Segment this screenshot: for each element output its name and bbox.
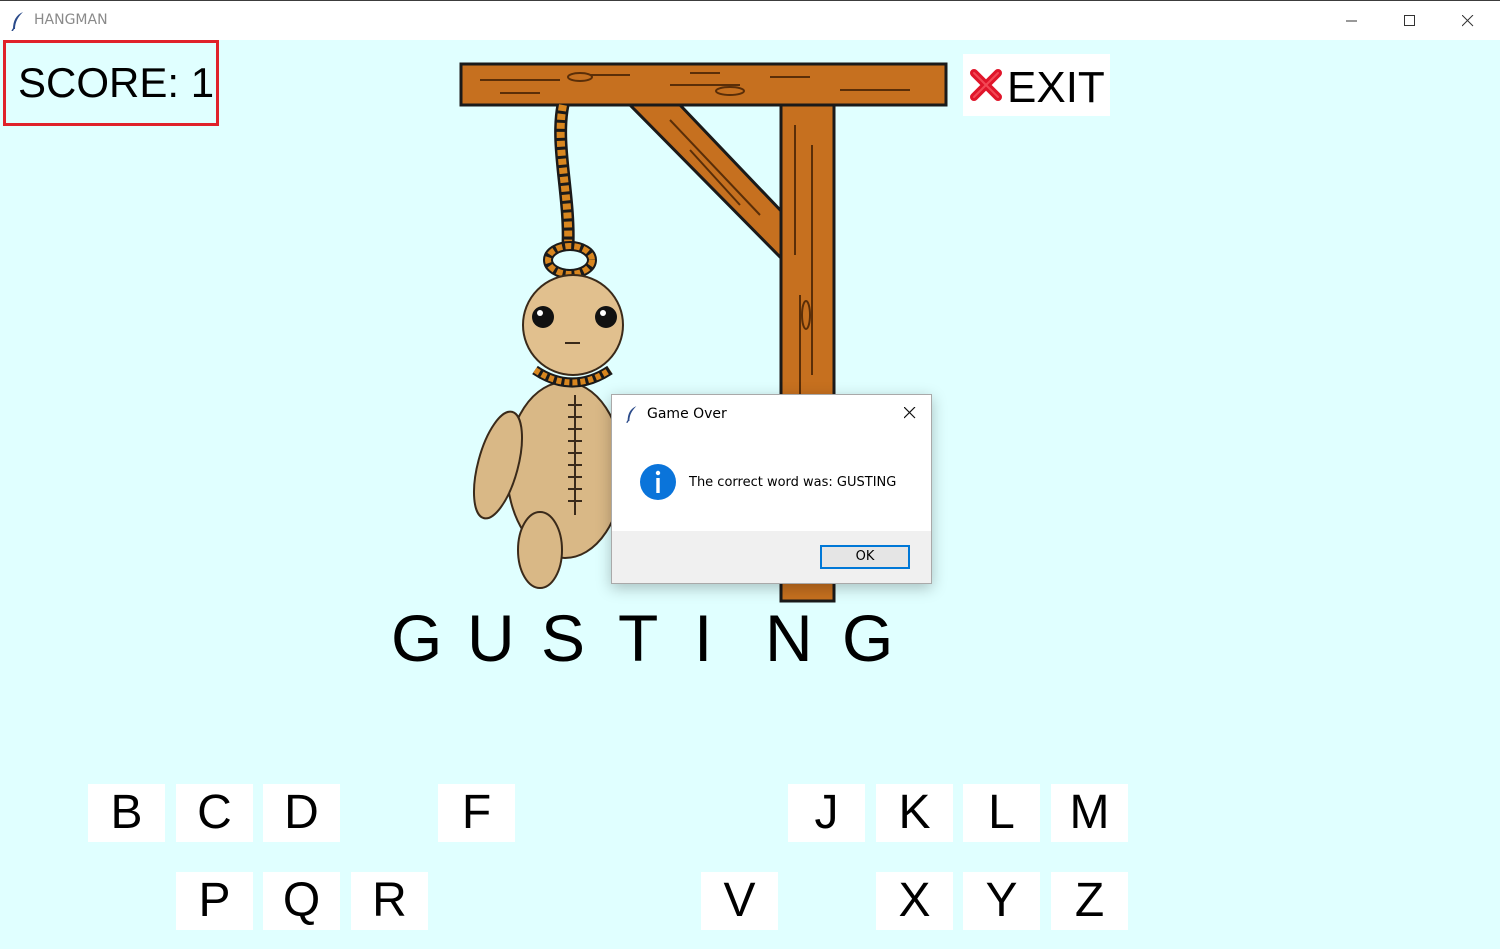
letter-button-v[interactable]: V: [701, 872, 778, 930]
red-x-icon: [969, 68, 1003, 107]
letter-button-q[interactable]: Q: [263, 872, 340, 930]
letter-button-k[interactable]: K: [876, 784, 953, 842]
letter-button-p[interactable]: P: [176, 872, 253, 930]
letter-button-z[interactable]: Z: [1051, 872, 1128, 930]
exit-button[interactable]: EXIT: [963, 54, 1110, 116]
letter-button-r[interactable]: R: [351, 872, 428, 930]
letter-button-x[interactable]: X: [876, 872, 953, 930]
maximize-button[interactable]: [1382, 1, 1440, 41]
letter-button-c[interactable]: C: [176, 784, 253, 842]
letter-button-d[interactable]: D: [263, 784, 340, 842]
dialog-close-button[interactable]: [898, 401, 922, 425]
ok-button[interactable]: OK: [820, 545, 910, 569]
rope: [543, 103, 597, 279]
letter-button-l[interactable]: L: [963, 784, 1040, 842]
word-letter: S: [541, 601, 586, 675]
feather-icon: [10, 11, 26, 32]
dialog-footer: OK: [612, 531, 931, 583]
feather-icon: [625, 405, 639, 424]
minimize-icon: [1346, 20, 1357, 22]
game-over-dialog: Game Over The correct word was: GUSTING …: [611, 394, 932, 584]
window-title: HANGMAN: [34, 12, 108, 28]
word-letter: N: [765, 601, 813, 675]
gallows-brace: [626, 103, 785, 264]
word-letter: T: [618, 601, 659, 675]
word-letter: I: [694, 601, 713, 675]
gallows-beam: [459, 62, 948, 107]
close-icon: [1462, 15, 1474, 27]
dialog-message: The correct word was: GUSTING: [689, 475, 897, 490]
minimize-button[interactable]: [1324, 1, 1382, 41]
word-letter: G: [391, 601, 443, 675]
close-icon: [904, 407, 916, 419]
voodoo-doll: [473, 274, 624, 589]
window-titlebar: HANGMAN: [0, 0, 1500, 40]
word-letter: G: [842, 601, 894, 675]
score-label: SCORE: 1: [18, 59, 215, 106]
letter-button-j[interactable]: J: [788, 784, 865, 842]
letter-button-y[interactable]: Y: [963, 872, 1040, 930]
letter-button-m[interactable]: M: [1051, 784, 1128, 842]
exit-label: EXIT: [1007, 63, 1105, 112]
maximize-icon: [1404, 15, 1415, 26]
score-box: SCORE: 1: [3, 40, 219, 126]
word-letter: U: [467, 601, 515, 675]
dialog-title: Game Over: [647, 406, 727, 422]
close-window-button[interactable]: [1440, 1, 1498, 41]
info-icon: [639, 463, 677, 501]
letter-button-f[interactable]: F: [438, 784, 515, 842]
letter-button-b[interactable]: B: [88, 784, 165, 842]
